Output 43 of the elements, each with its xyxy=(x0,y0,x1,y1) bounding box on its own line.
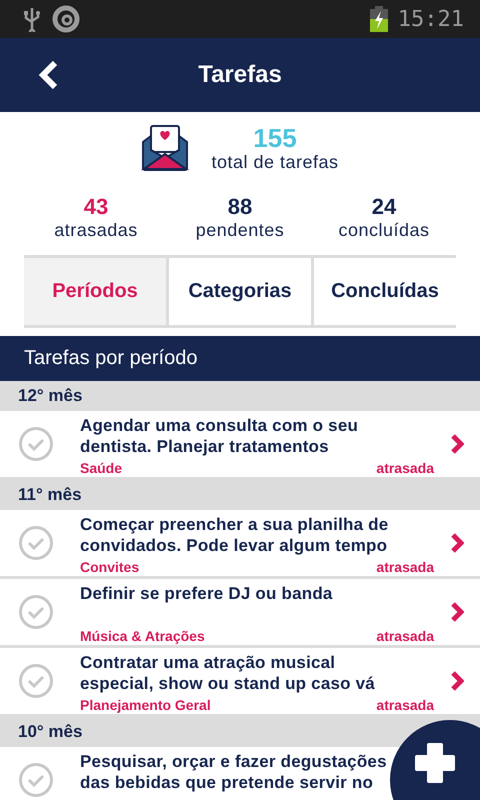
task-status: atrasada xyxy=(376,559,434,575)
stat-count: 43 xyxy=(84,194,108,220)
check-circle-icon[interactable] xyxy=(18,426,54,462)
task-title: Definir se prefere DJ ou banda xyxy=(80,583,334,604)
total-count: 155 xyxy=(253,124,297,152)
chevron-right-icon xyxy=(450,434,464,454)
check-circle-icon[interactable] xyxy=(18,762,54,798)
tab[interactable]: Concluídas xyxy=(314,258,456,325)
chevron-right-icon xyxy=(450,533,464,553)
stat-count: 24 xyxy=(372,194,396,220)
total-label: total de tarefas xyxy=(211,152,339,172)
task-category: Saúde xyxy=(80,460,122,476)
task-status: atrasada xyxy=(376,697,434,713)
chevron-right-icon xyxy=(450,671,464,691)
task-category: Planejamento Geral xyxy=(80,697,211,713)
task-title: Agendar uma consulta com o seu dentista. Planejar tratamentos xyxy=(80,415,360,457)
group-header: 12° mês xyxy=(0,381,480,411)
task-status: atrasada xyxy=(376,460,434,476)
task-title: Pesquisar, orçar e fazer degustações das bebidas que pretende servir no xyxy=(80,751,388,793)
task-title: Contratar uma atração musical especial, show ou stand up caso vá xyxy=(80,652,376,694)
check-circle-icon[interactable] xyxy=(18,525,54,561)
stat-label: atrasadas xyxy=(54,220,138,241)
check-circle-icon[interactable] xyxy=(18,663,54,699)
section-title: Tarefas por período xyxy=(0,336,480,381)
envelope-heart-icon xyxy=(141,124,190,172)
circle-a-icon xyxy=(52,5,80,33)
task-category: Música & Atrações xyxy=(80,628,205,644)
task-category: Convites xyxy=(80,559,140,575)
plus-icon xyxy=(414,742,456,784)
task-status: atrasada xyxy=(376,628,434,644)
clock-time: 15:21 xyxy=(398,6,464,32)
battery-charging-icon xyxy=(370,6,388,32)
stat-label: concluídas xyxy=(338,220,430,241)
tab[interactable]: Períodos xyxy=(24,258,166,325)
check-circle-icon[interactable] xyxy=(18,594,54,630)
tab[interactable]: Categorias xyxy=(169,258,311,325)
task-title: Começar preencher a sua planilha de convidados. Pode levar algum tempo xyxy=(80,514,390,556)
screen-title: Tarefas xyxy=(198,61,282,89)
stat-count: 88 xyxy=(228,194,252,220)
stat-label: pendentes xyxy=(196,220,284,241)
chevron-right-icon xyxy=(450,602,464,622)
usb-icon xyxy=(22,6,42,32)
group-header: 11° mês xyxy=(0,480,480,510)
